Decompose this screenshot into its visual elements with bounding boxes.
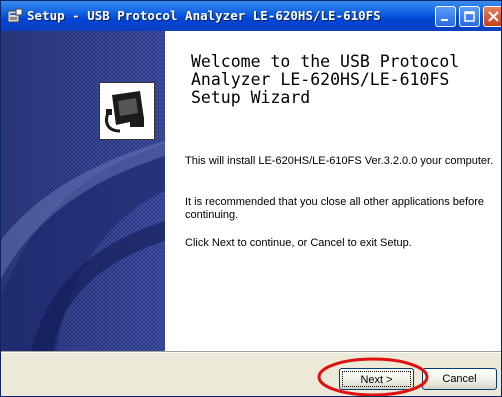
close-apps-recommendation: It is recommended that you close all oth… — [185, 196, 484, 221]
next-button[interactable]: Next > — [339, 368, 414, 390]
minimize-button[interactable] — [435, 6, 456, 27]
maximize-icon — [464, 11, 475, 22]
minimize-icon — [441, 19, 448, 21]
install-description: This will install LE-620HS/LE-610FS Ver.… — [185, 155, 494, 167]
maximize-button[interactable] — [459, 6, 480, 27]
welcome-heading: Welcome to the USB Protocol Analyzer LE-… — [191, 52, 460, 107]
product-logo — [99, 82, 155, 140]
setup-app-icon — [7, 8, 23, 23]
close-icon — [488, 11, 499, 22]
title-bar[interactable]: Setup - USB Protocol Analyzer LE-620HS/L… — [1, 1, 501, 31]
banner-graphic — [1, 31, 165, 351]
continue-instruction: Click Next to continue, or Cancel to exi… — [185, 237, 412, 249]
window-title: Setup - USB Protocol Analyzer LE-620HS/L… — [27, 8, 381, 23]
button-bar: Next > Cancel — [1, 353, 501, 396]
wizard-content: Welcome to the USB Protocol Analyzer LE-… — [165, 31, 501, 351]
setup-window: Setup - USB Protocol Analyzer LE-620HS/L… — [0, 0, 502, 397]
close-button[interactable] — [483, 6, 501, 27]
usb-analyzer-device-icon — [103, 86, 151, 136]
cancel-button[interactable]: Cancel — [422, 368, 497, 390]
wizard-side-banner — [1, 31, 165, 351]
next-button-label: Next > — [342, 371, 411, 387]
